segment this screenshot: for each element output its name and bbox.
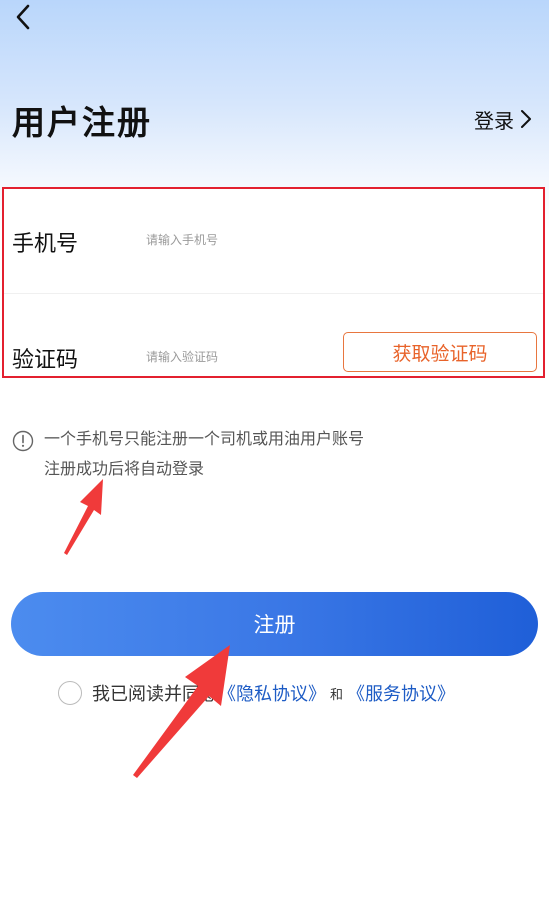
code-label: 验证码 [12, 348, 79, 373]
agreement-and: 和 [330, 687, 344, 703]
phone-input[interactable] [146, 229, 326, 251]
page-title: 用户注册 [12, 103, 152, 142]
phone-row: 手机号 [4, 189, 543, 294]
agreement-checkbox[interactable] [58, 681, 82, 705]
chevron-left-icon [16, 4, 30, 30]
notice-line-1: 一个手机号只能注册一个司机或用油用户账号 [44, 429, 365, 448]
back-button[interactable] [8, 2, 38, 32]
info-circle-icon [12, 430, 34, 452]
register-button[interactable]: 注册 [11, 592, 538, 656]
agreement: 我已阅读并同意 《隐私协议》 和 《服务协议》 [58, 678, 455, 708]
phone-label: 手机号 [12, 232, 79, 257]
service-agreement-link[interactable]: 《服务协议》 [347, 680, 455, 706]
annotation-arrow-2 [133, 645, 230, 778]
login-link[interactable]: 登录 [474, 105, 532, 133]
chevron-right-icon [521, 110, 531, 128]
registration-form: 手机号 验证码 获取验证码 [2, 187, 545, 378]
get-code-button[interactable]: 获取验证码 [343, 332, 537, 372]
code-row: 验证码 获取验证码 [4, 294, 543, 376]
login-label: 登录 [474, 108, 514, 133]
annotation-arrow-1 [64, 479, 103, 555]
code-input[interactable] [146, 346, 326, 368]
